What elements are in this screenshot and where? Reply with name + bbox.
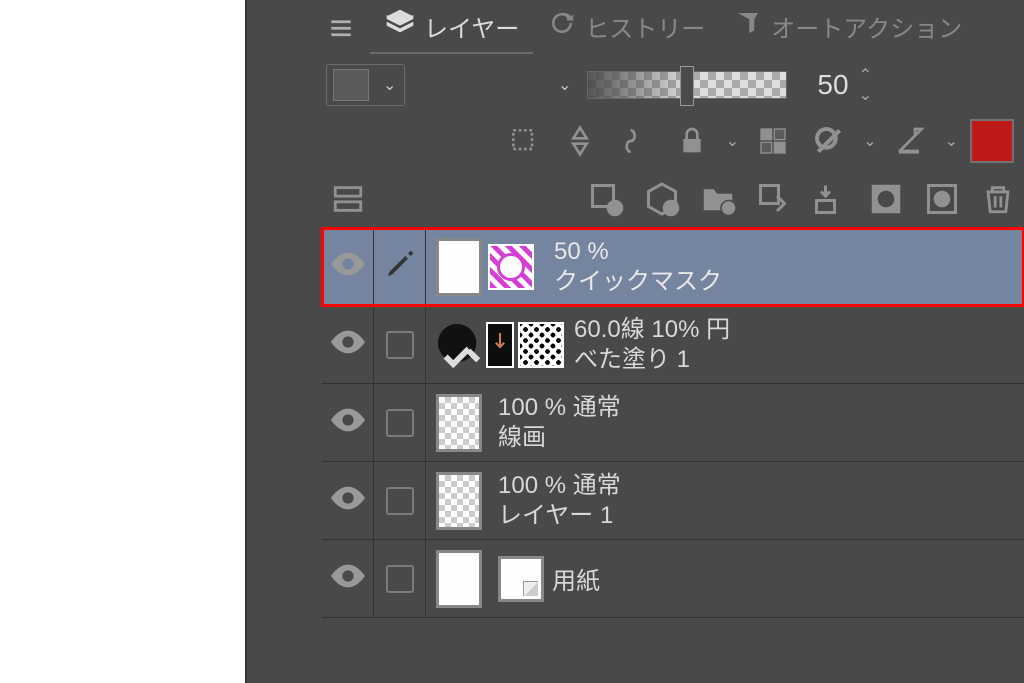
layer-mask-button[interactable]: [864, 177, 908, 221]
clip-button[interactable]: [502, 119, 546, 163]
edit-target-checkbox[interactable]: [386, 331, 414, 359]
new-raster-layer-button[interactable]: +: [584, 177, 628, 221]
layer-label: 60.0線 10% 円 べた塗り 1: [574, 315, 730, 375]
layer-thumbnail[interactable]: [436, 550, 482, 608]
layers-icon: [384, 7, 416, 46]
opacity-value[interactable]: 50: [817, 69, 848, 101]
visibility-toggle[interactable]: [331, 564, 365, 593]
stepper-up-icon[interactable]: ⌃: [859, 65, 872, 85]
layer-list: 50 % クイックマスク 60.0線 10% 円 べた塗り 1: [322, 227, 1024, 618]
layer-row-layer1[interactable]: 100 % 通常 レイヤー 1: [322, 462, 1024, 540]
chevron-down-icon: ⌄: [375, 75, 404, 95]
tab-autoaction[interactable]: オートアクション: [719, 2, 976, 53]
lock-button[interactable]: [670, 119, 714, 163]
layer-label: 100 % 通常 レイヤー 1: [498, 471, 621, 531]
panel-menu-button[interactable]: [322, 9, 360, 47]
chevron-down-icon: ⌄: [558, 75, 571, 95]
visibility-toggle[interactable]: [331, 252, 365, 281]
layer-name[interactable]: 用紙: [552, 561, 600, 596]
layer-tone-label: 60.0線 10% 円: [574, 315, 730, 345]
stepper-down-icon[interactable]: ⌄: [859, 85, 872, 105]
edit-target-icon[interactable]: [384, 248, 416, 285]
layer-opacity-label: 100 % 通常: [498, 471, 621, 501]
layer-name[interactable]: レイヤー 1: [498, 501, 621, 531]
canvas-area[interactable]: [0, 0, 245, 683]
layer-row-lineart[interactable]: 100 % 通常 線画: [322, 384, 1024, 462]
layer-thumbnail[interactable]: [436, 394, 482, 452]
opacity-slider[interactable]: [587, 71, 787, 99]
chevron-down-icon[interactable]: ⌄: [945, 131, 958, 151]
halftone-thumbnail[interactable]: [518, 322, 564, 368]
two-pane-button[interactable]: [326, 177, 370, 221]
edit-target-checkbox[interactable]: [386, 487, 414, 515]
edit-target-checkbox[interactable]: [386, 409, 414, 437]
visibility-toggle[interactable]: [331, 330, 365, 359]
layer-row-quickmask[interactable]: 50 % クイックマスク: [322, 228, 1024, 306]
tab-layers[interactable]: レイヤー: [370, 1, 533, 54]
draft-button[interactable]: [614, 119, 658, 163]
layer-opacity-label: 100 % 通常: [498, 393, 621, 423]
history-icon: [547, 8, 577, 45]
layer-row-fill1[interactable]: 60.0線 10% 円 べた塗り 1: [322, 306, 1024, 384]
layer-color-dropdown[interactable]: ⌄: [326, 64, 405, 106]
layer-color-button[interactable]: [970, 119, 1014, 163]
autoaction-icon: [733, 8, 763, 45]
layer-row-paper[interactable]: 用紙: [322, 540, 1024, 618]
fill-layer-icon: [436, 322, 482, 368]
slider-handle[interactable]: [680, 66, 694, 106]
layer-options-row: ⌄ ⌄ 50 ⌃ ⌄: [322, 55, 1024, 115]
layer-thumbnail[interactable]: [436, 238, 482, 296]
chevron-down-icon[interactable]: ⌄: [726, 131, 739, 151]
reference-button[interactable]: [558, 119, 602, 163]
panel-tabs: レイヤー ヒストリー オートアクション: [322, 0, 1024, 55]
tab-layers-label: レイヤー: [424, 9, 519, 44]
apply-mask-button[interactable]: [920, 177, 964, 221]
delete-layer-button[interactable]: [976, 177, 1020, 221]
edit-target-checkbox[interactable]: [386, 565, 414, 593]
layer-name[interactable]: べた塗り 1: [574, 345, 730, 375]
svg-text:+: +: [611, 202, 618, 216]
layer-name[interactable]: 線画: [498, 423, 621, 453]
new-folder-button[interactable]: [696, 177, 740, 221]
layer-actions-row: +: [322, 169, 1024, 227]
layer-name[interactable]: クイックマスク: [554, 267, 722, 297]
transfer-down-button[interactable]: [752, 177, 796, 221]
tab-history[interactable]: ヒストリー: [533, 2, 719, 53]
tone-preview-icon: [486, 322, 514, 368]
layers-panel: レイヤー ヒストリー オートアクション ⌄ ⌄ 50 ⌃ ⌄: [245, 0, 1024, 683]
merge-down-button[interactable]: [808, 177, 852, 221]
visibility-toggle[interactable]: [331, 486, 365, 515]
layer-thumbnail[interactable]: [436, 472, 482, 530]
mask-disable-button[interactable]: [807, 119, 851, 163]
layer-lock-row: ⌄ ⌄ ⌄: [322, 115, 1024, 169]
opacity-stepper[interactable]: ⌃ ⌄: [859, 65, 872, 105]
layer-color-swatch: [333, 69, 369, 101]
tab-autoaction-label: オートアクション: [771, 9, 962, 44]
tab-history-label: ヒストリー: [585, 9, 705, 44]
ruler-button[interactable]: [889, 119, 933, 163]
visibility-toggle[interactable]: [331, 408, 365, 437]
layer-label: 100 % 通常 線画: [498, 393, 621, 453]
mask-alpha-button[interactable]: [751, 119, 795, 163]
layer-label: 50 % クイックマスク: [554, 237, 722, 297]
layer-opacity-label: 50 %: [554, 237, 722, 267]
quickmask-icon: [488, 244, 534, 290]
red-swatch: [970, 119, 1014, 163]
blend-mode-dropdown[interactable]: ⌄: [411, 64, 581, 106]
chevron-down-icon[interactable]: ⌄: [863, 131, 876, 151]
paper-icon: [498, 556, 544, 602]
new-vector-layer-button[interactable]: [640, 177, 684, 221]
